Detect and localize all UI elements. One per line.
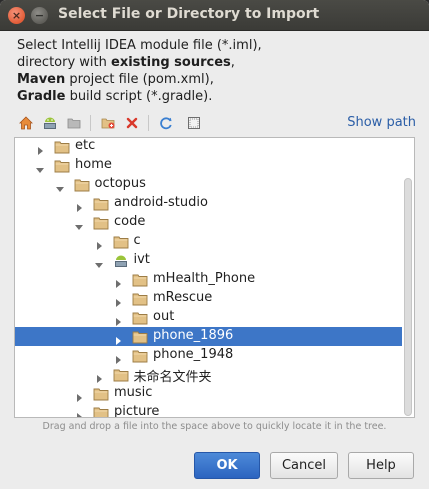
folder-icon (93, 215, 109, 230)
folder-icon (93, 386, 109, 401)
android-project-icon[interactable] (40, 113, 60, 133)
description-line-1: Select Intellij IDEA module file (*.iml)… (17, 38, 262, 53)
tree-item-label: phone_1948 (153, 347, 234, 362)
tree-item-label: phone_1896 (153, 328, 234, 343)
expand-arrow-right-icon[interactable] (113, 350, 123, 364)
folder-icon (113, 367, 129, 382)
vertical-scrollbar[interactable] (404, 178, 412, 416)
folder-icon (132, 291, 148, 306)
expand-arrow-right-icon[interactable] (94, 236, 104, 250)
tree-item-c[interactable]: c (15, 232, 402, 251)
tree-item-label: mHealth_Phone (153, 271, 256, 286)
description-line-4: Gradle build script (*.gradle). (17, 89, 213, 104)
tree-item-out[interactable]: out (15, 308, 402, 327)
tree-item-code[interactable]: code (15, 213, 402, 232)
tree-item-phone-1948[interactable]: phone_1948 (15, 346, 402, 365)
tree-item-label: home (75, 157, 112, 172)
file-chooser-toolbar: Show path (14, 112, 418, 134)
title-bar: × − Select File or Directory to Import (0, 0, 429, 31)
minimize-window-button[interactable]: − (31, 7, 48, 24)
expand-arrow-down-icon[interactable] (35, 160, 45, 173)
tree-item-label: etc (75, 138, 96, 153)
tree-item-label: picture (114, 404, 160, 418)
expand-arrow-down-icon[interactable] (74, 217, 84, 230)
tree-item-mhealth-phone[interactable]: mHealth_Phone (15, 270, 402, 289)
refresh-icon[interactable] (156, 113, 176, 133)
folder-icon (74, 177, 90, 192)
tree-item-label: out (153, 309, 175, 324)
folder-icon (132, 272, 148, 287)
tree-item-label: ivt (133, 252, 150, 267)
expand-arrow-right-icon[interactable] (35, 141, 45, 155)
tree-item-label: music (114, 385, 153, 400)
cancel-button[interactable]: Cancel (270, 452, 338, 479)
toolbar-separator (90, 115, 91, 131)
close-window-button[interactable]: × (8, 7, 25, 24)
expand-arrow-right-icon[interactable] (74, 407, 84, 417)
tree-item-home[interactable]: home (15, 156, 402, 175)
expand-arrow-right-icon[interactable] (113, 293, 123, 307)
tree-item-android-studio[interactable]: android-studio (15, 194, 402, 213)
expand-arrow-right-icon[interactable] (74, 388, 84, 402)
delete-icon[interactable] (122, 113, 142, 133)
folder-icon (93, 405, 109, 417)
show-path-link[interactable]: Show path (347, 115, 416, 130)
tree-item-label: octopus (94, 176, 146, 191)
description-line-3: Maven project file (pom.xml), (17, 72, 214, 87)
tree-item-untitled-folder[interactable]: 未命名文件夹 (15, 365, 402, 385)
tree-item-octopus[interactable]: octopus (15, 175, 402, 194)
tree-item-ivt[interactable]: ivt (15, 251, 402, 270)
tree-item-music[interactable]: music (15, 384, 402, 403)
show-hidden-icon[interactable] (184, 113, 204, 133)
toolbar-separator (148, 115, 149, 131)
tree-item-etc[interactable]: etc (15, 138, 402, 156)
dialog-description: Select Intellij IDEA module file (*.iml)… (17, 37, 262, 105)
expand-arrow-right-icon[interactable] (94, 369, 104, 383)
ok-button[interactable]: OK (194, 452, 260, 479)
tree-item-label: 未命名文件夹 (133, 370, 212, 385)
import-dialog: × − Select File or Directory to Import S… (0, 0, 429, 489)
tree-item-mrescue[interactable]: mRescue (15, 289, 402, 308)
folder-icon (132, 348, 148, 363)
description-line-2: directory with existing sources, (17, 55, 235, 70)
folder-icon (54, 158, 70, 173)
tree-item-phone-1896[interactable]: phone_1896 (15, 327, 402, 346)
folder-icon (132, 310, 148, 325)
help-button[interactable]: Help (348, 452, 414, 479)
folder-icon (54, 139, 70, 154)
tree-item-label: c (133, 233, 141, 248)
expand-arrow-down-icon[interactable] (94, 255, 104, 268)
expand-arrow-down-icon[interactable] (55, 179, 65, 192)
expand-arrow-right-icon[interactable] (113, 331, 123, 345)
android-module-icon (113, 253, 129, 267)
dialog-title: Select File or Directory to Import (58, 6, 320, 22)
tree-item-label: mRescue (153, 290, 213, 305)
folder-icon (113, 234, 129, 249)
expand-arrow-right-icon[interactable] (113, 312, 123, 326)
folder-icon[interactable] (64, 113, 84, 133)
tree-item-label: code (114, 214, 146, 229)
drag-drop-hint: Drag and drop a file into the space abov… (42, 421, 387, 432)
folder-icon (93, 196, 109, 211)
new-folder-icon[interactable] (98, 113, 118, 133)
folder-icon (132, 329, 148, 344)
expand-arrow-right-icon[interactable] (113, 274, 123, 288)
home-icon[interactable] (16, 113, 36, 133)
file-tree[interactable]: etc home octopus android-studio code c ivt mHea… (14, 137, 415, 418)
expand-arrow-right-icon[interactable] (74, 198, 84, 212)
tree-item-picture[interactable]: picture (15, 403, 402, 418)
tree-item-label: android-studio (114, 195, 208, 210)
